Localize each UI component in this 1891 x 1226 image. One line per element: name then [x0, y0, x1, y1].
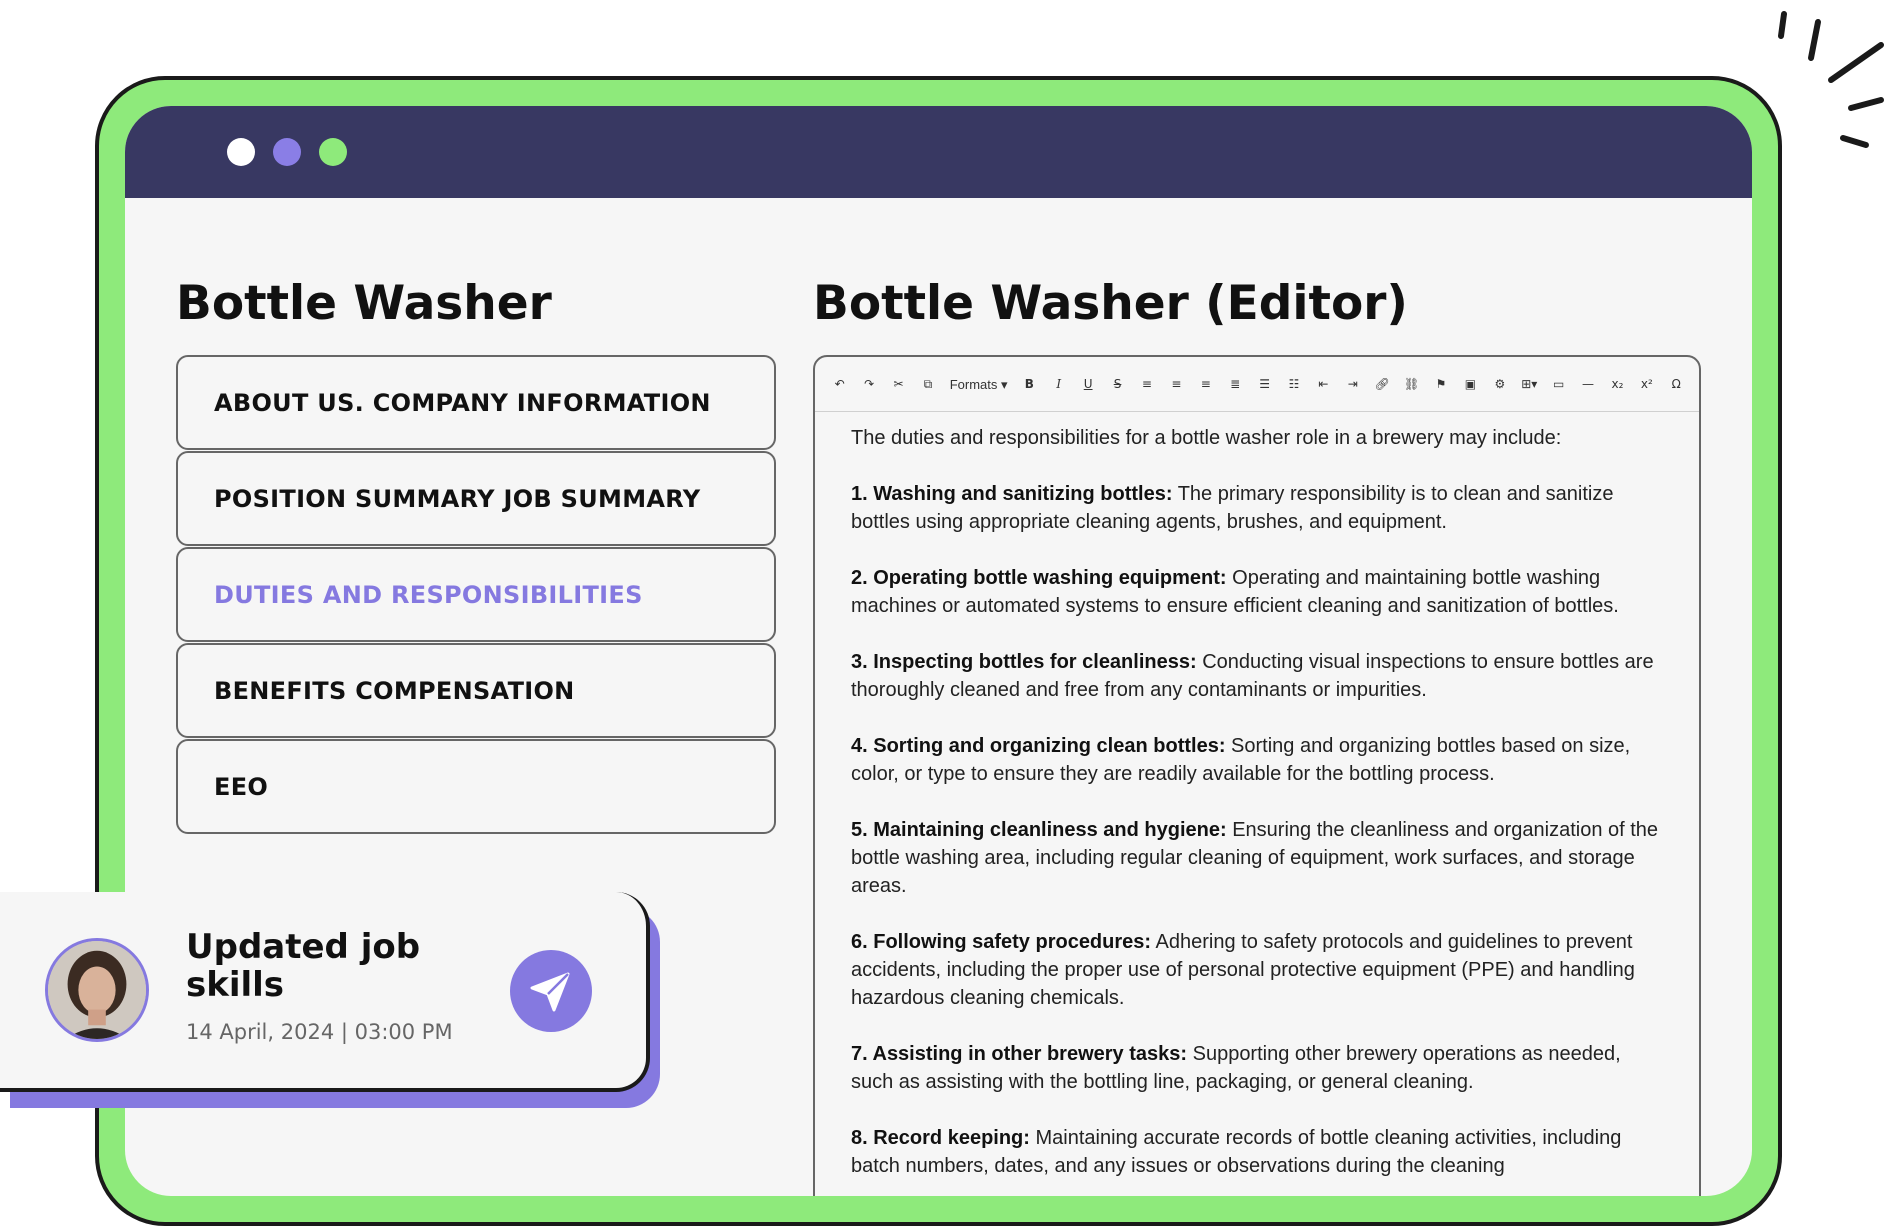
special-char-icon[interactable]: Ω — [1662, 357, 1691, 412]
avatar-photo — [48, 941, 146, 1039]
duty-item: 5. Maintaining cleanliness and hygiene: … — [851, 819, 1659, 897]
duty-item: 2. Operating bottle washing equipment: O… — [851, 567, 1619, 617]
intro-paragraph: The duties and responsibilities for a bo… — [851, 427, 1562, 449]
spark-decoration — [1778, 11, 1884, 148]
redo-icon[interactable]: ↷ — [854, 357, 883, 412]
section-nav: ABOUT US. COMPANY INFORMATION POSITION S… — [176, 355, 776, 835]
undo-icon[interactable]: ↶ — [825, 357, 854, 412]
send-icon — [530, 972, 570, 1012]
notification-card: Updated job skills 14 April, 2024 | 03:0… — [0, 892, 650, 1092]
window-dot-purple[interactable] — [273, 138, 301, 166]
subscript-icon[interactable]: x₂ — [1603, 357, 1632, 412]
preview-icon[interactable]: ▭ — [1544, 357, 1573, 412]
bullet-list-icon[interactable]: ☰ — [1250, 357, 1279, 412]
section-position-summary[interactable]: POSITION SUMMARY JOB SUMMARY — [176, 451, 776, 546]
horizontal-rule-icon[interactable]: — — [1573, 357, 1602, 412]
cut-icon[interactable]: ✂ — [884, 357, 913, 412]
avatar — [45, 938, 149, 1042]
duty-item: 1. Washing and sanitizing bottles: The p… — [851, 483, 1614, 533]
editor-toolbar: ↶ ↷ ✂ ⧉ Formats ▾ B I U S ≡ ≡ ≡ ≣ ☰ ☷ ⇤ … — [815, 357, 1699, 412]
editor-content[interactable]: The duties and responsibilities for a bo… — [815, 412, 1699, 1180]
align-right-icon[interactable]: ≡ — [1191, 357, 1220, 412]
notification-timestamp: 14 April, 2024 | 03:00 PM — [186, 1020, 453, 1044]
table-icon[interactable]: ⊞▾ — [1515, 357, 1544, 412]
image-icon[interactable]: ▣ — [1456, 357, 1485, 412]
underline-icon[interactable]: U — [1073, 357, 1102, 412]
section-benefits[interactable]: BENEFITS COMPENSATION — [176, 643, 776, 738]
media-icon[interactable]: ⚙ — [1485, 357, 1514, 412]
window-dot-green[interactable] — [319, 138, 347, 166]
link-icon[interactable]: 🔗︎ — [1368, 357, 1397, 412]
numbered-list-icon[interactable]: ☷ — [1279, 357, 1308, 412]
strikethrough-icon[interactable]: S — [1103, 357, 1132, 412]
bold-icon[interactable]: B — [1015, 357, 1044, 412]
notification-title: Updated job skills — [186, 927, 421, 1005]
indent-icon[interactable]: ⇥ — [1338, 357, 1367, 412]
rich-text-editor[interactable]: ↶ ↷ ✂ ⧉ Formats ▾ B I U S ≡ ≡ ≡ ≣ ☰ ☷ ⇤ … — [813, 355, 1701, 1196]
justify-icon[interactable]: ≣ — [1220, 357, 1249, 412]
duty-item: 4. Sorting and organizing clean bottles:… — [851, 735, 1631, 785]
bookmark-icon[interactable]: ⚑ — [1426, 357, 1455, 412]
section-eeo[interactable]: EEO — [176, 739, 776, 834]
align-left-icon[interactable]: ≡ — [1132, 357, 1161, 412]
copy-icon[interactable]: ⧉ — [913, 357, 942, 412]
send-button[interactable] — [510, 950, 592, 1032]
duty-item: 8. Record keeping: Maintaining accurate … — [851, 1127, 1622, 1177]
duty-item: 7. Assisting in other brewery tasks: Sup… — [851, 1043, 1621, 1093]
align-center-icon[interactable]: ≡ — [1162, 357, 1191, 412]
page-title: Bottle Washer — [176, 276, 552, 331]
section-about-us[interactable]: ABOUT US. COMPANY INFORMATION — [176, 355, 776, 450]
formats-dropdown[interactable]: Formats ▾ — [943, 357, 1015, 412]
superscript-icon[interactable]: x² — [1632, 357, 1661, 412]
window-dot-white[interactable] — [227, 138, 255, 166]
window-titlebar — [125, 106, 1752, 198]
unlink-icon[interactable]: ⛓ — [1397, 357, 1426, 412]
outdent-icon[interactable]: ⇤ — [1309, 357, 1338, 412]
italic-icon[interactable]: I — [1044, 357, 1073, 412]
duty-item: 6. Following safety procedures: Adhering… — [851, 931, 1635, 1009]
duty-item: 3. Inspecting bottles for cleanliness: C… — [851, 651, 1654, 701]
editor-title: Bottle Washer (Editor) — [813, 276, 1408, 331]
section-duties[interactable]: DUTIES AND RESPONSIBILITIES — [176, 547, 776, 642]
